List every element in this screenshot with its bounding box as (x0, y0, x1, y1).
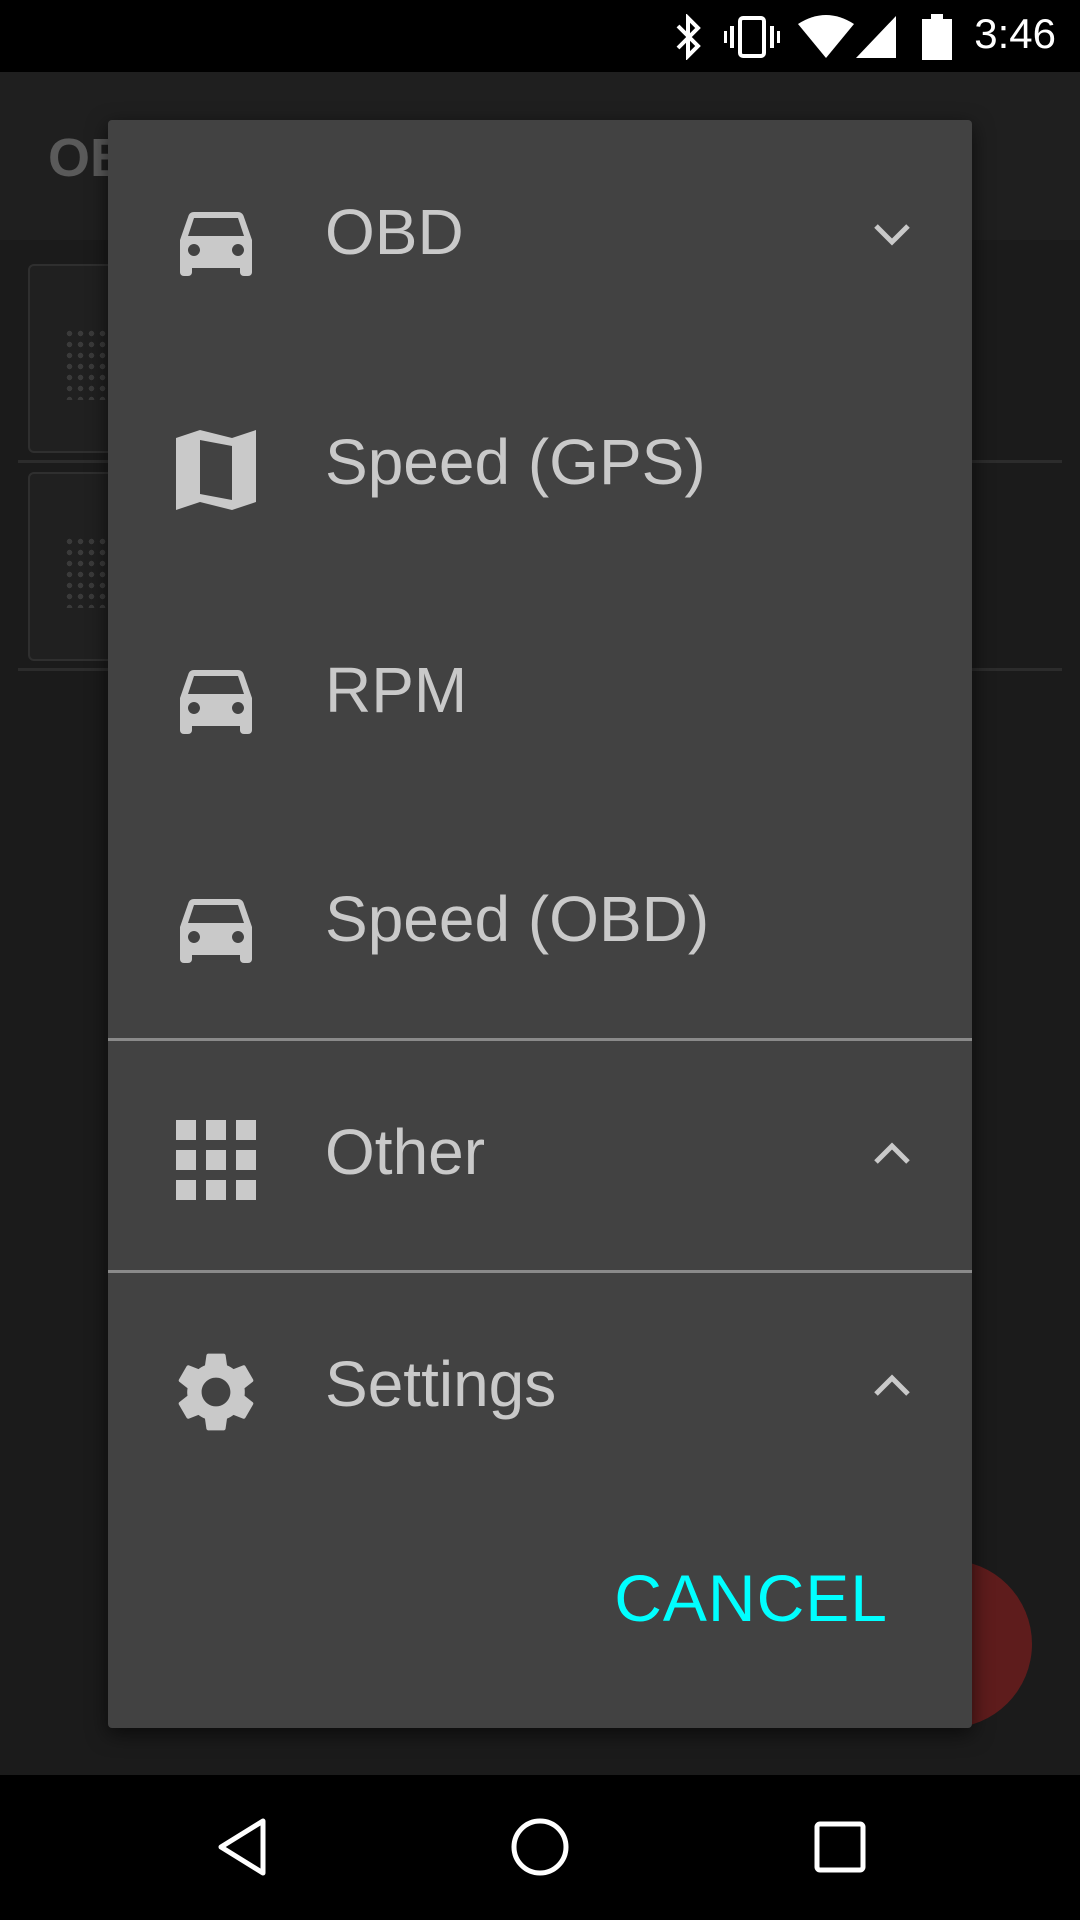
menu-item-other[interactable]: Other (108, 1040, 972, 1270)
status-time: 3:46 (974, 10, 1056, 57)
wifi-icon (798, 15, 854, 58)
status-bar: 3:46 (0, 0, 1080, 72)
chevron-up-icon[interactable] (872, 1140, 912, 1168)
navigation-bar (0, 1775, 1080, 1920)
car-icon (180, 670, 252, 734)
menu-item-rpm[interactable]: RPM (108, 578, 972, 808)
menu-item-label: Speed (OBD) (325, 883, 710, 955)
vibrate-icon (724, 16, 780, 58)
chevron-up-icon[interactable] (872, 1372, 912, 1400)
gear-icon (178, 1353, 254, 1431)
battery-icon (922, 14, 952, 60)
home-icon[interactable] (509, 1815, 571, 1879)
chevron-down-icon[interactable] (872, 220, 912, 248)
menu-item-label: RPM (325, 654, 468, 726)
back-icon[interactable] (213, 1815, 269, 1879)
menu-item-label: Speed (GPS) (325, 426, 706, 498)
menu-item-settings[interactable]: Settings (108, 1272, 972, 1502)
menu-item-label: Settings (325, 1348, 557, 1420)
car-icon (180, 212, 252, 276)
menu-dialog: OBD Speed (GPS) RPM Speed (OBD) Other Se… (108, 120, 972, 1728)
recents-icon[interactable] (814, 1815, 866, 1879)
menu-item-obd[interactable]: OBD (108, 120, 972, 350)
apps-grid-icon (176, 1120, 256, 1200)
bluetooth-icon (676, 14, 701, 60)
menu-item-speed-gps[interactable]: Speed (GPS) (108, 350, 972, 580)
menu-item-label: OBD (325, 196, 464, 268)
signal-icon (856, 16, 896, 58)
menu-item-label: Other (325, 1116, 486, 1188)
car-icon (180, 899, 252, 963)
map-icon (176, 430, 256, 510)
menu-item-speed-obd[interactable]: Speed (OBD) (108, 807, 972, 1037)
cancel-button[interactable]: CANCEL (614, 1560, 888, 1636)
